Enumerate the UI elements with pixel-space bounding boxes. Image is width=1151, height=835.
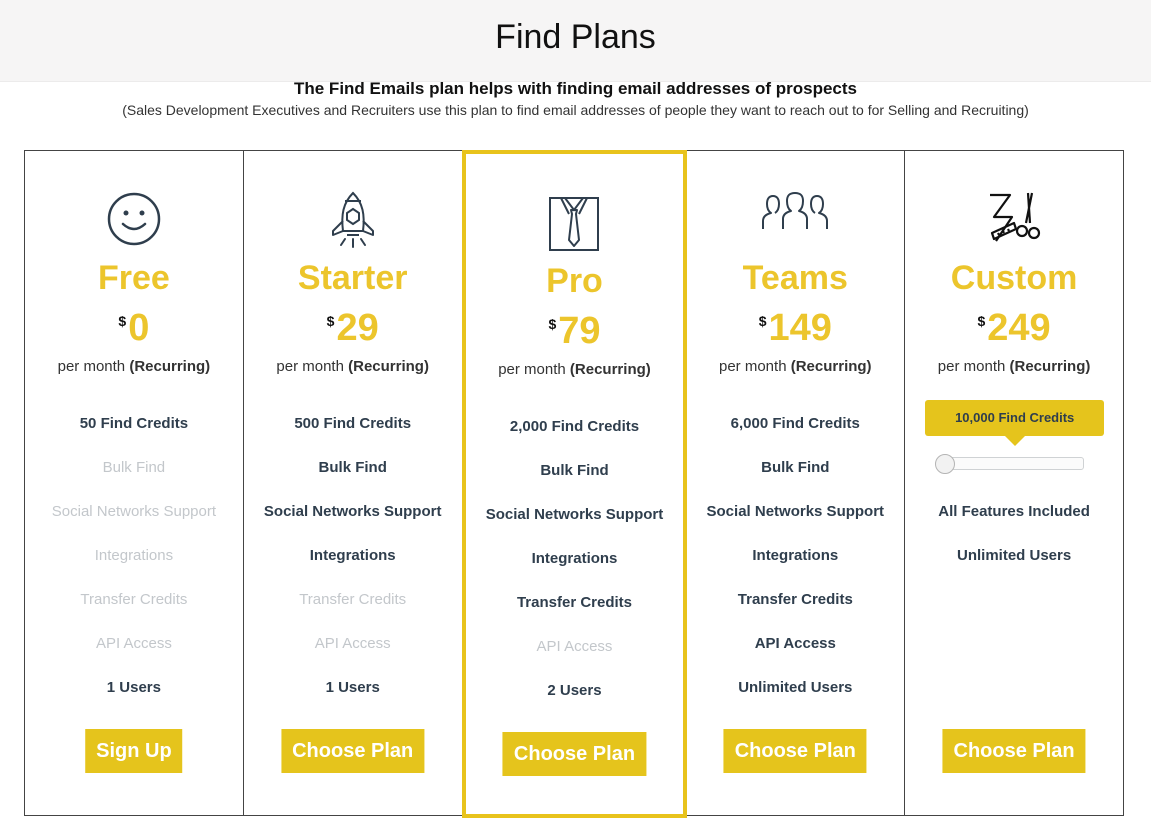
feature-item: 1 Users	[106, 679, 161, 696]
price-amount: 79	[558, 310, 601, 352]
feature-item: All Features Included	[938, 503, 1090, 520]
price-amount: 149	[768, 307, 832, 349]
currency-symbol: $	[326, 313, 335, 329]
page-subtitle: The Find Emails plan helps with finding …	[293, 79, 857, 98]
billing-period: per month (Recurring)	[466, 361, 684, 378]
shirt-tie-icon	[549, 197, 600, 251]
billing-period: per month (Recurring)	[244, 358, 462, 375]
choose-plan-button[interactable]: Choose Plan	[723, 729, 867, 773]
feature-item: API Access	[314, 635, 391, 652]
feature-item: Integrations	[531, 550, 618, 567]
feature-item: Bulk Find	[540, 462, 609, 479]
plan-card-custom: Custom $ 249 per month (Recurring) 10,00…	[905, 151, 1123, 815]
feature-item: Bulk Find	[102, 459, 166, 476]
feature-list: 500 Find Credits Bulk Find Social Networ…	[244, 414, 462, 722]
feature-item: Social Networks Support	[51, 503, 217, 520]
feature-item: API Access	[754, 635, 836, 652]
feature-item: Transfer Credits	[299, 591, 407, 608]
recurring-label: (Recurring)	[569, 361, 651, 378]
rocket-icon	[331, 191, 374, 248]
plan-price: $ 0	[25, 309, 243, 347]
plan-price: $ 149	[686, 309, 904, 347]
recurring-label: (Recurring)	[790, 358, 872, 375]
feature-list: 6,000 Find Credits Bulk Find Social Netw…	[686, 414, 904, 722]
feature-item: 2,000 Find Credits	[509, 418, 640, 435]
credits-tooltip: 10,000 Find Credits	[925, 400, 1105, 446]
choose-plan-button[interactable]: Choose Plan	[502, 732, 647, 776]
feature-item: Unlimited Users	[956, 547, 1072, 564]
team-people-icon	[762, 192, 829, 229]
recurring-label: (Recurring)	[129, 358, 211, 375]
price-amount: 249	[987, 307, 1051, 349]
choose-plan-button[interactable]: Choose Plan	[942, 729, 1086, 773]
feature-item: Unlimited Users	[738, 679, 853, 696]
feature-list: 50 Find Credits Bulk Find Social Network…	[25, 414, 243, 722]
smiley-face-icon	[107, 192, 161, 246]
plan-name: Starter	[297, 259, 408, 297]
choose-plan-button[interactable]: Choose Plan	[281, 729, 425, 773]
tailor-tools-icon	[990, 192, 1041, 242]
feature-item: Integrations	[309, 547, 396, 564]
per-month-label: per month	[937, 358, 1006, 375]
plans-table: Free $ 0 per month (Recurring) 50 Find C…	[24, 150, 1124, 818]
plan-name: Pro	[546, 262, 603, 300]
feature-item: Bulk Find	[318, 459, 387, 476]
recurring-label: (Recurring)	[348, 358, 429, 375]
plan-card-pro: Pro $ 79 per month (Recurring) 2,000 Fin…	[461, 150, 688, 818]
plan-card-starter: Starter $ 29 per month (Recurring) 500 F…	[244, 151, 463, 815]
page-description: (Sales Development Executives and Recrui…	[122, 102, 1029, 118]
price-amount: 0	[128, 307, 150, 349]
billing-period: per month (Recurring)	[25, 358, 243, 375]
currency-symbol: $	[977, 313, 986, 329]
feature-item: Transfer Credits	[516, 594, 633, 611]
feature-item: 6,000 Find Credits	[730, 415, 860, 432]
feature-item: Integrations	[752, 547, 839, 564]
billing-period: per month (Recurring)	[686, 358, 904, 375]
feature-item: 500 Find Credits	[294, 415, 412, 432]
currency-symbol: $	[548, 316, 557, 332]
feature-item: Transfer Credits	[737, 591, 853, 608]
plan-card-free: Free $ 0 per month (Recurring) 50 Find C…	[25, 151, 244, 815]
credits-slider-thumb[interactable]	[935, 454, 956, 474]
feature-item: 2 Users	[547, 682, 602, 699]
per-month-label: per month	[719, 358, 787, 375]
plan-price: $ 79	[466, 312, 684, 350]
feature-item: Transfer Credits	[80, 591, 188, 608]
feature-list: 2,000 Find Credits Bulk Find Social Netw…	[466, 417, 684, 725]
price-amount: 29	[336, 307, 379, 349]
plan-name: Teams	[742, 259, 848, 297]
currency-symbol: $	[118, 313, 127, 329]
feature-item: Bulk Find	[761, 459, 830, 476]
plan-price: $ 29	[244, 309, 462, 347]
billing-period: per month (Recurring)	[905, 358, 1123, 375]
feature-item: Integrations	[94, 547, 174, 564]
recurring-label: (Recurring)	[1009, 358, 1091, 375]
per-month-label: per month	[276, 358, 344, 375]
feature-item: API Access	[536, 638, 613, 655]
plan-card-teams: Teams $ 149 per month (Recurring) 6,000 …	[686, 151, 906, 815]
sign-up-button[interactable]: Sign Up	[85, 729, 183, 773]
per-month-label: per month	[498, 361, 566, 378]
currency-symbol: $	[758, 313, 767, 329]
per-month-label: per month	[57, 358, 126, 375]
credits-slider-track[interactable]	[945, 457, 1085, 470]
feature-item: 1 Users	[325, 679, 380, 696]
feature-item: 50 Find Credits	[79, 415, 189, 432]
feature-item: Social Networks Support	[485, 506, 664, 523]
plan-name: Custom	[950, 259, 1078, 297]
page-title: Find Plans	[495, 18, 656, 56]
plan-name: Free	[97, 259, 170, 297]
feature-list: All Features Included Unlimited Users	[905, 502, 1123, 590]
feature-item: Social Networks Support	[706, 503, 885, 520]
feature-item: API Access	[95, 635, 172, 652]
plan-price: $ 249	[905, 309, 1123, 347]
feature-item: Social Networks Support	[263, 503, 442, 520]
